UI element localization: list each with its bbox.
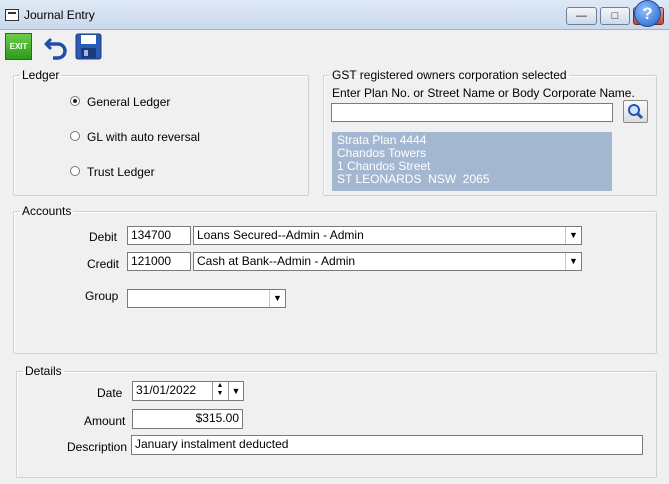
search-button[interactable]: [623, 100, 648, 123]
debit-code-input[interactable]: 134700: [127, 226, 191, 245]
chevron-down-icon[interactable]: ▼: [269, 290, 285, 307]
group-select[interactable]: ▼: [127, 289, 286, 308]
accounts-legend: Accounts: [22, 204, 72, 218]
minimize-button[interactable]: —: [566, 7, 597, 25]
radio-label-general-ledger[interactable]: General Ledger: [87, 95, 170, 109]
date-label: Date: [97, 386, 123, 400]
exit-button[interactable]: EXIT: [5, 33, 32, 60]
debit-account-select[interactable]: Loans Secured--Admin - Admin ▼: [193, 226, 582, 245]
radio-label-gl-auto-reversal[interactable]: GL with auto reversal: [87, 130, 200, 144]
radio-trust-ledger[interactable]: [70, 166, 80, 176]
undo-button[interactable]: [43, 33, 70, 60]
date-picker[interactable]: 31/01/2022 ▲ ▼ ▼: [132, 381, 244, 401]
debit-account-value: Loans Secured--Admin - Admin: [197, 228, 364, 242]
ledger-legend: Ledger: [22, 68, 60, 82]
radio-label-trust-ledger[interactable]: Trust Ledger: [87, 165, 155, 179]
save-button[interactable]: [75, 33, 102, 60]
credit-label: Credit: [87, 257, 120, 271]
help-button[interactable]: ?: [634, 0, 661, 27]
gst-legend: GST registered owners corporation select…: [332, 68, 567, 82]
credit-account-select[interactable]: Cash at Bank--Admin - Admin ▼: [193, 252, 582, 271]
undo-icon: [44, 37, 67, 60]
date-value: 31/01/2022: [136, 383, 197, 397]
window-title: Journal Entry: [24, 8, 95, 22]
chevron-down-icon[interactable]: ▼: [565, 253, 581, 270]
plan-search-input[interactable]: [331, 103, 613, 122]
selected-line-suburb: ST LEONARDS NSW 2065: [337, 172, 490, 186]
radio-general-ledger[interactable]: [70, 96, 80, 106]
app-icon: [5, 9, 19, 21]
details-legend: Details: [25, 364, 62, 378]
group-label: Group: [85, 289, 119, 303]
debit-label: Debit: [89, 230, 118, 244]
credit-code-input[interactable]: 121000: [127, 252, 191, 271]
credit-account-value: Cash at Bank--Admin - Admin: [197, 254, 356, 268]
chevron-down-icon[interactable]: ▼: [228, 382, 243, 400]
description-label: Description: [67, 440, 128, 454]
magnifier-icon: [628, 104, 644, 120]
description-input[interactable]: January instalment deducted: [131, 435, 643, 455]
save-icon: [75, 33, 102, 60]
radio-gl-auto-reversal[interactable]: [70, 131, 80, 141]
title-bar: Journal Entry — □ ✕: [0, 0, 669, 30]
chevron-down-icon[interactable]: ▼: [565, 227, 581, 244]
maximize-button[interactable]: □: [600, 7, 630, 25]
amount-input[interactable]: $315.00: [132, 409, 243, 429]
plan-search-prompt: Enter Plan No. or Street Name or Body Co…: [332, 86, 635, 100]
amount-label: Amount: [84, 414, 126, 428]
selected-owners-corporation: Strata Plan 4444 Chandos Towers 1 Chando…: [332, 132, 612, 191]
date-spin-icon[interactable]: ▲ ▼: [212, 382, 227, 400]
